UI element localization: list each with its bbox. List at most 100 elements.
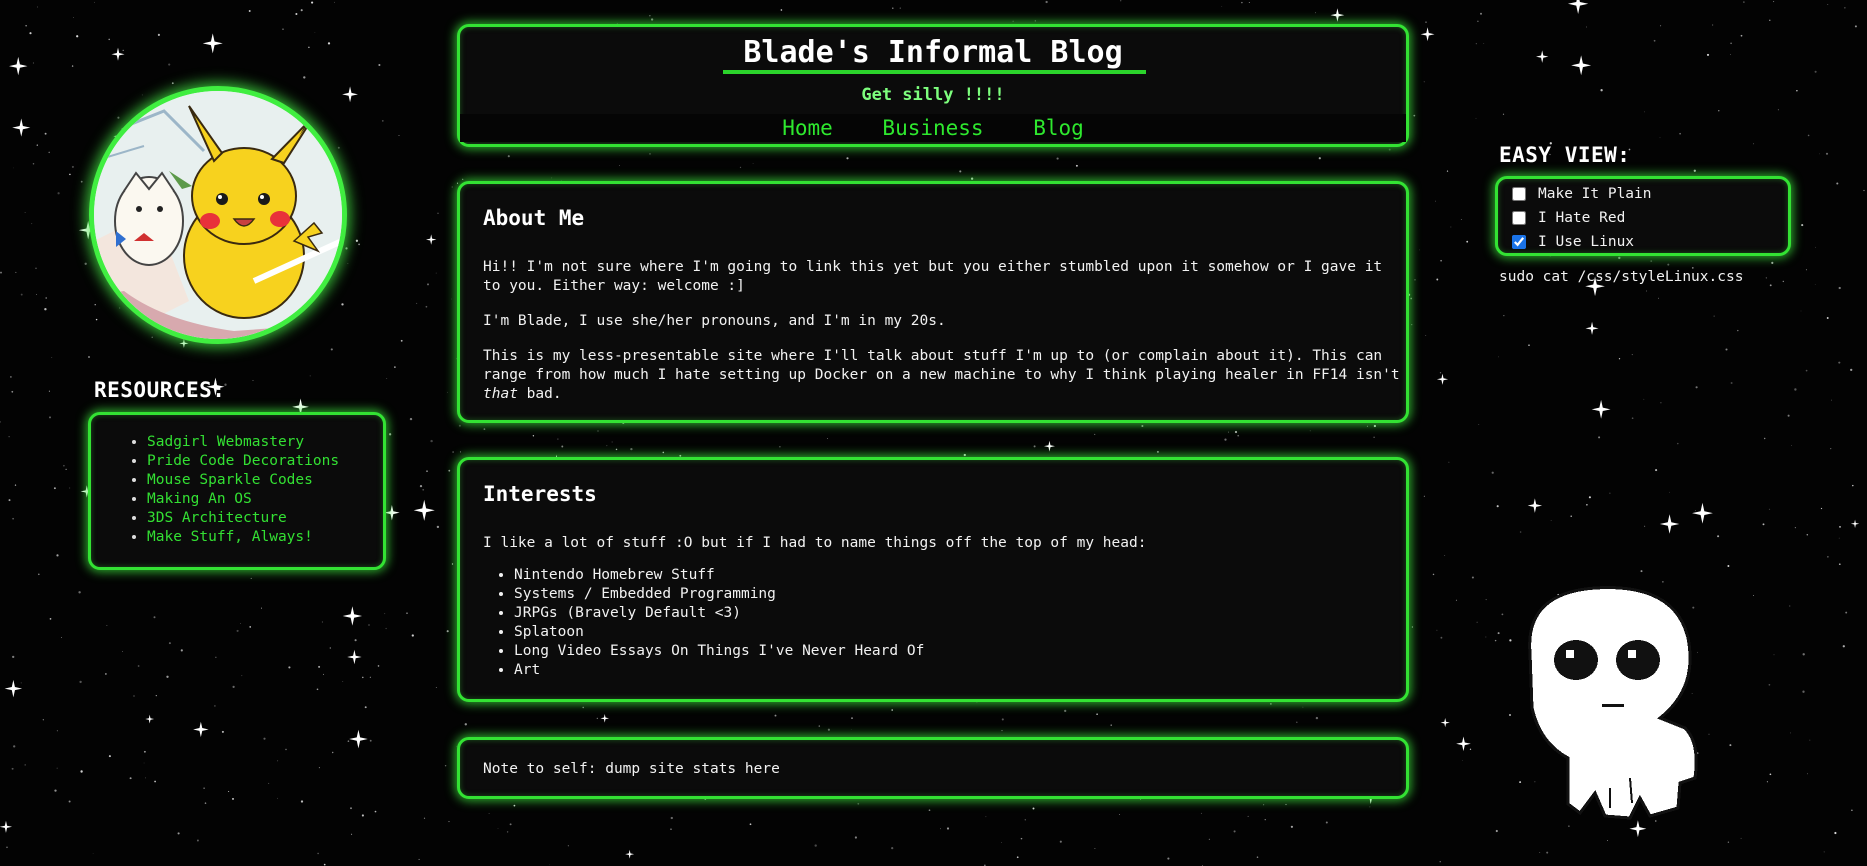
star-dot	[1737, 329, 1739, 332]
star-dot	[252, 380, 254, 381]
star-dot	[249, 626, 252, 628]
resource-link-pride-code-decorations[interactable]: Pride Code Decorations	[147, 453, 339, 469]
star-dot	[1588, 496, 1591, 499]
star-dot	[551, 177, 553, 179]
star-dot	[48, 151, 50, 154]
star-dot	[513, 804, 516, 807]
star-dot	[451, 186, 453, 188]
star-dot	[386, 377, 388, 379]
star-dot	[1546, 851, 1549, 854]
nav-blog-link[interactable]: Blog	[1033, 114, 1084, 142]
nav-business-link[interactable]: Business	[882, 114, 983, 142]
resource-link-3ds-architecture[interactable]: 3DS Architecture	[147, 510, 287, 526]
star-dot	[1478, 424, 1480, 425]
star-dot	[166, 675, 169, 678]
sparkle-star	[600, 714, 610, 723]
star-dot	[1695, 386, 1698, 389]
sparkle-star	[12, 118, 31, 137]
star-dot	[1777, 109, 1779, 111]
star-dot	[1485, 599, 1487, 601]
site-stats-card: Note to self: dump site stats here	[457, 737, 1409, 799]
star-dot	[69, 487, 71, 489]
i-hate-red-option[interactable]: I Hate Red	[1502, 207, 1625, 229]
star-dot	[277, 760, 279, 762]
star-dot	[69, 173, 71, 176]
star-dot	[358, 243, 360, 246]
about-me-title: About Me	[483, 206, 585, 230]
resource-link-mouse-sparkle-codes[interactable]: Mouse Sparkle Codes	[147, 472, 313, 488]
star-dot	[1643, 398, 1645, 400]
star-dot	[1771, 261, 1774, 264]
make-it-plain-option[interactable]: Make It Plain	[1502, 183, 1652, 205]
star-dot	[268, 782, 270, 784]
star-dot	[342, 681, 344, 682]
star-dot	[1796, 90, 1798, 92]
star-dot	[1730, 382, 1733, 384]
about-paragraph-welcome: Hi!! I'm not sure where I'm going to lin…	[483, 259, 1383, 294]
star-dot	[108, 755, 111, 758]
star-dot	[1501, 613, 1504, 616]
resource-link-make-stuff-always[interactable]: Make Stuff, Always!	[147, 529, 313, 545]
star-dot	[1296, 721, 1298, 723]
star-dot	[1494, 639, 1497, 642]
i-use-linux-option[interactable]: I Use Linux	[1502, 231, 1634, 253]
star-dot	[1725, 348, 1728, 351]
star-dot	[1411, 324, 1413, 326]
star-dot	[488, 813, 490, 814]
star-dot	[752, 163, 754, 164]
star-dot	[347, 740, 350, 742]
star-dot	[1460, 218, 1462, 220]
about-me-card: About Me Hi!! I'm not sure where I'm goi…	[457, 181, 1409, 423]
star-dot	[1221, 6, 1223, 8]
star-dot	[1410, 297, 1413, 300]
star-dot	[1586, 504, 1588, 506]
star-dot	[92, 853, 94, 854]
star-dot	[1762, 523, 1765, 526]
star-dot	[1373, 424, 1377, 428]
star-dot	[1503, 315, 1505, 317]
star-dot	[56, 730, 58, 732]
main-nav: Home Business Blog	[460, 114, 1406, 142]
i-use-linux-checkbox[interactable]	[1512, 235, 1526, 249]
make-it-plain-checkbox[interactable]	[1512, 187, 1526, 201]
star-dot	[1766, 781, 1768, 783]
star-dot	[1475, 43, 1477, 45]
resource-link-making-an-os[interactable]: Making An OS	[147, 491, 252, 507]
star-dot	[1056, 157, 1059, 160]
star-dot	[171, 82, 174, 85]
star-dot	[277, 797, 278, 799]
star-dot	[422, 488, 425, 491]
sparkle-star	[202, 33, 223, 54]
sparkle-star	[145, 714, 155, 724]
about-paragraph-site: This is my less-presentable site where I…	[483, 347, 1403, 404]
sparkle-star	[1527, 498, 1543, 513]
star-dot	[1033, 445, 1036, 448]
star-dot	[418, 858, 420, 860]
nav-home-link[interactable]: Home	[782, 114, 833, 142]
star-dot	[506, 831, 509, 833]
star-dot	[1814, 284, 1816, 285]
star-dot	[1423, 495, 1425, 497]
star-dot	[12, 655, 15, 659]
star-dot	[303, 76, 306, 79]
star-dot	[1753, 143, 1755, 145]
star-dot	[557, 438, 559, 440]
star-dot	[814, 844, 817, 847]
star-dot	[240, 622, 242, 624]
resource-link-sadgirl-webmastery[interactable]: Sadgirl Webmastery	[147, 434, 304, 450]
star-dot	[1839, 525, 1841, 528]
i-hate-red-checkbox[interactable]	[1512, 211, 1526, 225]
star-dot	[6, 846, 8, 849]
star-dot	[567, 845, 570, 847]
star-dot	[141, 94, 143, 96]
list-item: Make Stuff, Always!	[147, 528, 339, 547]
star-dot	[362, 676, 364, 679]
star-dot	[985, 816, 987, 818]
star-dot	[1827, 556, 1829, 558]
star-dot	[334, 1, 335, 3]
star-dot	[236, 629, 239, 632]
star-dot	[331, 751, 334, 754]
star-dot	[321, 621, 323, 623]
star-dot	[1446, 170, 1449, 172]
star-dot	[1075, 164, 1078, 167]
